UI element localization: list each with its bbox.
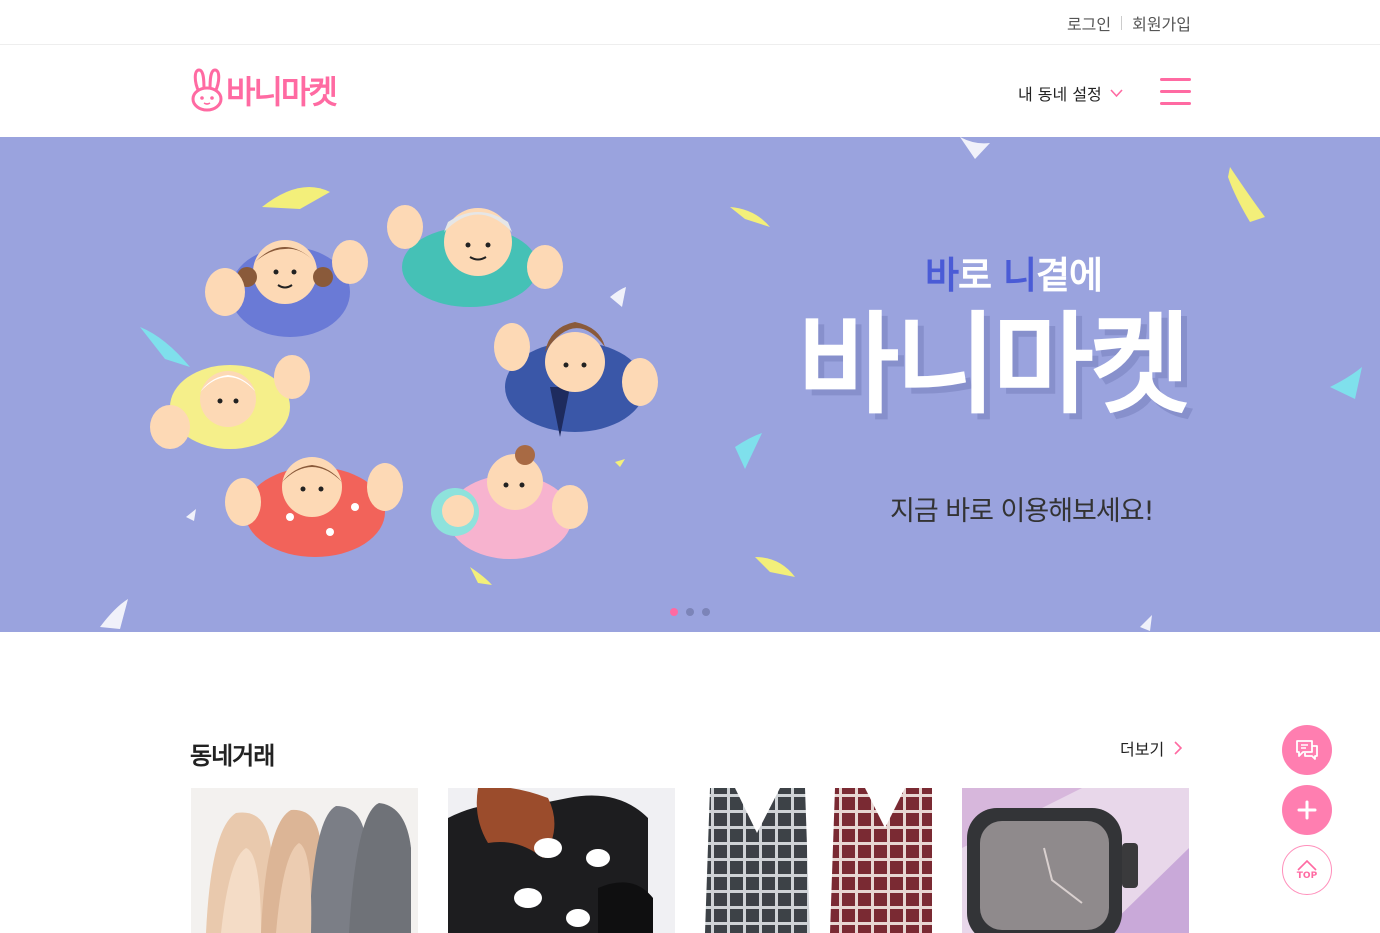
character-mom-baby: [431, 445, 588, 559]
section-title: 동네거래: [190, 742, 275, 770]
product-image-smartwatch: [962, 788, 1189, 933]
character-grandpa: [387, 205, 563, 307]
hero-subtitle: 바로 니곁에: [925, 245, 1103, 299]
product-image-dresses: [705, 788, 932, 933]
hero-subtitle-accent-2: 니: [1002, 254, 1037, 297]
product-card-sweater[interactable]: [448, 788, 675, 933]
more-label: 더보기: [1120, 740, 1165, 759]
chat-button[interactable]: [1282, 725, 1332, 775]
scroll-top-button[interactable]: TOP: [1282, 845, 1332, 895]
top-label: TOP: [1296, 870, 1318, 881]
product-card-smartwatch[interactable]: [962, 788, 1189, 933]
product-list: [191, 788, 1189, 933]
slider-dot-3[interactable]: [702, 608, 710, 616]
hero-title: 바니마켓: [798, 301, 1191, 429]
hero-subtitle-accent-1: 바: [925, 254, 959, 297]
bunny-logo-icon: [191, 68, 223, 112]
hero-subtitle-text-1: 로: [958, 254, 1003, 297]
slider-dot-1[interactable]: [670, 608, 678, 616]
hero-tagline: 지금 바로 이용해보세요!: [890, 496, 1154, 527]
chevron-down-icon: [1110, 88, 1123, 97]
add-button[interactable]: [1282, 785, 1332, 835]
character-red-shirt: [225, 457, 403, 557]
top-utility-bar: 로그인 회원가입: [0, 0, 1380, 45]
logo-text: 바니마켓: [226, 73, 338, 111]
signup-link[interactable]: 회원가입: [1132, 11, 1191, 35]
divider: [1121, 16, 1123, 30]
hero-subtitle-text-2: 곁에: [1036, 254, 1103, 297]
product-image-shoes: [191, 788, 418, 933]
more-link[interactable]: 더보기: [1120, 736, 1183, 760]
neighborhood-label: 내 동네 설정: [1018, 85, 1102, 104]
product-card-dresses[interactable]: [705, 788, 932, 933]
site-logo[interactable]: 바니마켓: [190, 66, 338, 114]
hero-banner[interactable]: 바로 니곁에 바니마켓 지금 바로 이용해보세요!: [0, 137, 1380, 632]
chevron-up-icon: [1297, 859, 1317, 871]
plus-icon: [1297, 800, 1317, 820]
auth-links: 로그인 회원가입: [1067, 11, 1191, 35]
chevron-right-icon: [1174, 741, 1183, 755]
product-image-sweater: [448, 788, 675, 933]
slider-pagination: [670, 608, 710, 616]
character-girl: [205, 240, 368, 337]
slider-dot-2[interactable]: [686, 608, 694, 616]
neighborhood-select[interactable]: 내 동네 설정: [1018, 81, 1123, 105]
menu-icon[interactable]: [1160, 78, 1191, 105]
character-grandma: [150, 355, 310, 449]
site-header: 바니마켓 내 동네 설정: [0, 45, 1380, 137]
chat-icon: [1296, 740, 1318, 760]
character-businessman: [494, 322, 658, 437]
login-link[interactable]: 로그인: [1067, 11, 1111, 35]
product-card-shoes[interactable]: [191, 788, 418, 933]
